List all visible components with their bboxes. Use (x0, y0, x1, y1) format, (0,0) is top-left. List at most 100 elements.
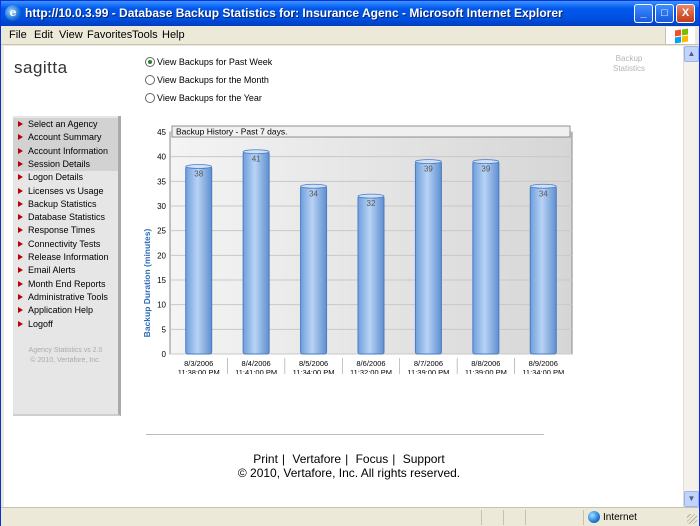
maximize-button[interactable]: □ (655, 4, 674, 23)
menu-favorites[interactable]: Favorites (87, 29, 132, 41)
menu-tools[interactable]: Tools (132, 29, 158, 41)
bar (300, 185, 328, 355)
x-tick-label-date: 8/9/2006 (529, 359, 558, 368)
vertical-scrollbar[interactable]: ▲ ▼ (683, 46, 699, 507)
sidebar-item-backup-statistics[interactable]: Backup Statistics (13, 198, 118, 211)
sidebar-item-select-an-agency[interactable]: Select an Agency (13, 118, 118, 132)
security-zone: Internet (603, 512, 637, 523)
chart-title: Backup History - Past 7 days. (176, 127, 288, 137)
sidebar-item-database-statistics[interactable]: Database Statistics (13, 211, 118, 224)
menu-help[interactable]: Help (162, 29, 185, 41)
sidebar-item-label: Administrative Tools (28, 291, 108, 302)
version-info: Agency Statistics vs 2.0 © 2010, Vertafo… (13, 346, 118, 366)
page-content: sagitta Backup Statistics View Backups f… (4, 46, 683, 507)
footer-link-support[interactable]: Support (403, 452, 445, 466)
arrow-right-icon (18, 240, 23, 247)
bar-value-label: 34 (309, 189, 318, 198)
footer-separator: | (281, 452, 286, 466)
arrow-right-icon (18, 134, 23, 141)
sidebar-item-label: Month End Reports (28, 278, 106, 289)
sidebar-item-month-end-reports[interactable]: Month End Reports (13, 278, 118, 291)
backup-statistics-link[interactable]: Backup Statistics (604, 54, 654, 74)
sidebar-item-application-help[interactable]: Application Help (13, 304, 118, 317)
bar-top (415, 159, 442, 164)
x-tick-label-time: 11:34:00 PM (522, 368, 564, 374)
bar (529, 185, 557, 355)
sidebar-item-label: Account Summary (28, 132, 102, 143)
sidebar-item-account-information[interactable]: Account Information (13, 144, 118, 158)
bar-value-label: 39 (481, 165, 490, 174)
menu-edit[interactable]: Edit (34, 29, 53, 41)
title-bar[interactable]: e http://10.0.3.99 - Database Backup Sta… (1, 1, 699, 26)
bar-top (242, 149, 270, 155)
footer-link-focus[interactable]: Focus (356, 452, 389, 466)
sidebar-item-session-details[interactable]: Session Details (13, 157, 118, 172)
sidebar-item-connectivity-tests[interactable]: Connectivity Tests (13, 238, 118, 251)
bar-top (472, 159, 500, 164)
sidebar-item-licenses-vs-usage[interactable]: Licenses vs Usage (13, 185, 118, 198)
backup-history-chart: 0 5 10 15 20 25 30 35 40 45 38 8/3/2006 11:38:00 PM 4… (134, 124, 584, 374)
close-button[interactable]: X (676, 4, 695, 23)
radio-button-selected[interactable] (145, 57, 155, 67)
radio-button[interactable] (145, 75, 155, 85)
x-tick-label-time: 11:32:00 PM (350, 368, 392, 374)
sidebar-item-label: Backup Statistics (28, 198, 97, 209)
x-tick-label-date: 8/3/2006 (184, 359, 213, 368)
arrow-right-icon (18, 280, 23, 287)
version-line: Agency Statistics vs 2.0 (28, 347, 103, 354)
sidebar-item-label: Logon Details (28, 172, 84, 183)
sidebar-item-release-information[interactable]: Release Information (13, 251, 118, 264)
sidebar-item-label: Connectivity Tests (28, 238, 101, 249)
sidebar-item-label: Select an Agency (28, 119, 98, 129)
status-separator (503, 510, 504, 525)
bar-value-label: 39 (424, 165, 433, 174)
arrow-right-icon (18, 160, 23, 167)
x-tick-label-time: 11:41:00 PM (235, 368, 277, 374)
minimize-button[interactable]: _ (634, 4, 653, 23)
y-tick-label: 30 (157, 202, 166, 211)
x-tick-label-time: 11:39:00 PM (465, 368, 507, 374)
sidebar-item-label: Session Details (28, 158, 91, 169)
bar (472, 161, 500, 355)
x-tick-label-time: 11:34:00 PM (293, 368, 335, 374)
sidebar-item-response-times[interactable]: Response Times (13, 224, 118, 237)
scroll-down-button[interactable]: ▼ (684, 491, 699, 507)
radio-button[interactable] (145, 93, 155, 103)
bar (414, 161, 442, 355)
y-tick-label: 20 (157, 251, 166, 260)
y-tick-label: 15 (157, 276, 166, 285)
windows-logo-icon (665, 27, 695, 44)
copyright-text: © 2010, Vertafore, Inc. All rights reser… (237, 466, 461, 480)
y-tick-label: 10 (157, 301, 166, 310)
sidebar-item-label: Licenses vs Usage (28, 185, 104, 196)
menu-view[interactable]: View (59, 29, 83, 41)
bar-top (529, 183, 557, 189)
bar-top (300, 183, 327, 189)
sidebar-item-account-summary[interactable]: Account Summary (13, 131, 118, 145)
x-tick-label-time: 11:39:00 PM (407, 368, 449, 374)
menu-file[interactable]: File (9, 29, 27, 41)
sidebar-item-administrative-tools[interactable]: Administrative Tools (13, 291, 118, 304)
footer-link-print[interactable]: Print (253, 452, 278, 466)
browser-window: e http://10.0.3.99 - Database Backup Sta… (0, 0, 700, 526)
status-separator (525, 510, 526, 525)
arrow-right-icon (18, 293, 23, 300)
sidebar-item-logon-details[interactable]: Logon Details (13, 171, 118, 184)
arrow-right-icon (18, 320, 23, 327)
scroll-up-button[interactable]: ▲ (684, 46, 699, 62)
radio-label: View Backups for the Month (157, 75, 269, 85)
resize-grip[interactable] (687, 514, 697, 524)
x-tick-label-date: 8/6/2006 (356, 359, 385, 368)
sidebar-item-email-alerts[interactable]: Email Alerts (13, 264, 118, 277)
y-axis-title: Backup Duration (minutes) (142, 229, 152, 338)
arrow-right-icon (18, 200, 23, 207)
footer-link-vertafore[interactable]: Vertafore (292, 452, 341, 466)
footer-links: Print | Vertafore | Focus | Support (144, 452, 554, 466)
arrow-right-icon (18, 174, 23, 181)
y-tick-label: 45 (157, 128, 166, 137)
x-tick-label-time: 11:38:00 PM (178, 368, 220, 374)
arrow-right-icon (18, 267, 23, 274)
sidebar-item-logoff[interactable]: Logoff (13, 318, 118, 331)
y-tick-label: 40 (157, 153, 166, 162)
menu-bar: File Edit View Favorites Tools Help (1, 26, 699, 45)
